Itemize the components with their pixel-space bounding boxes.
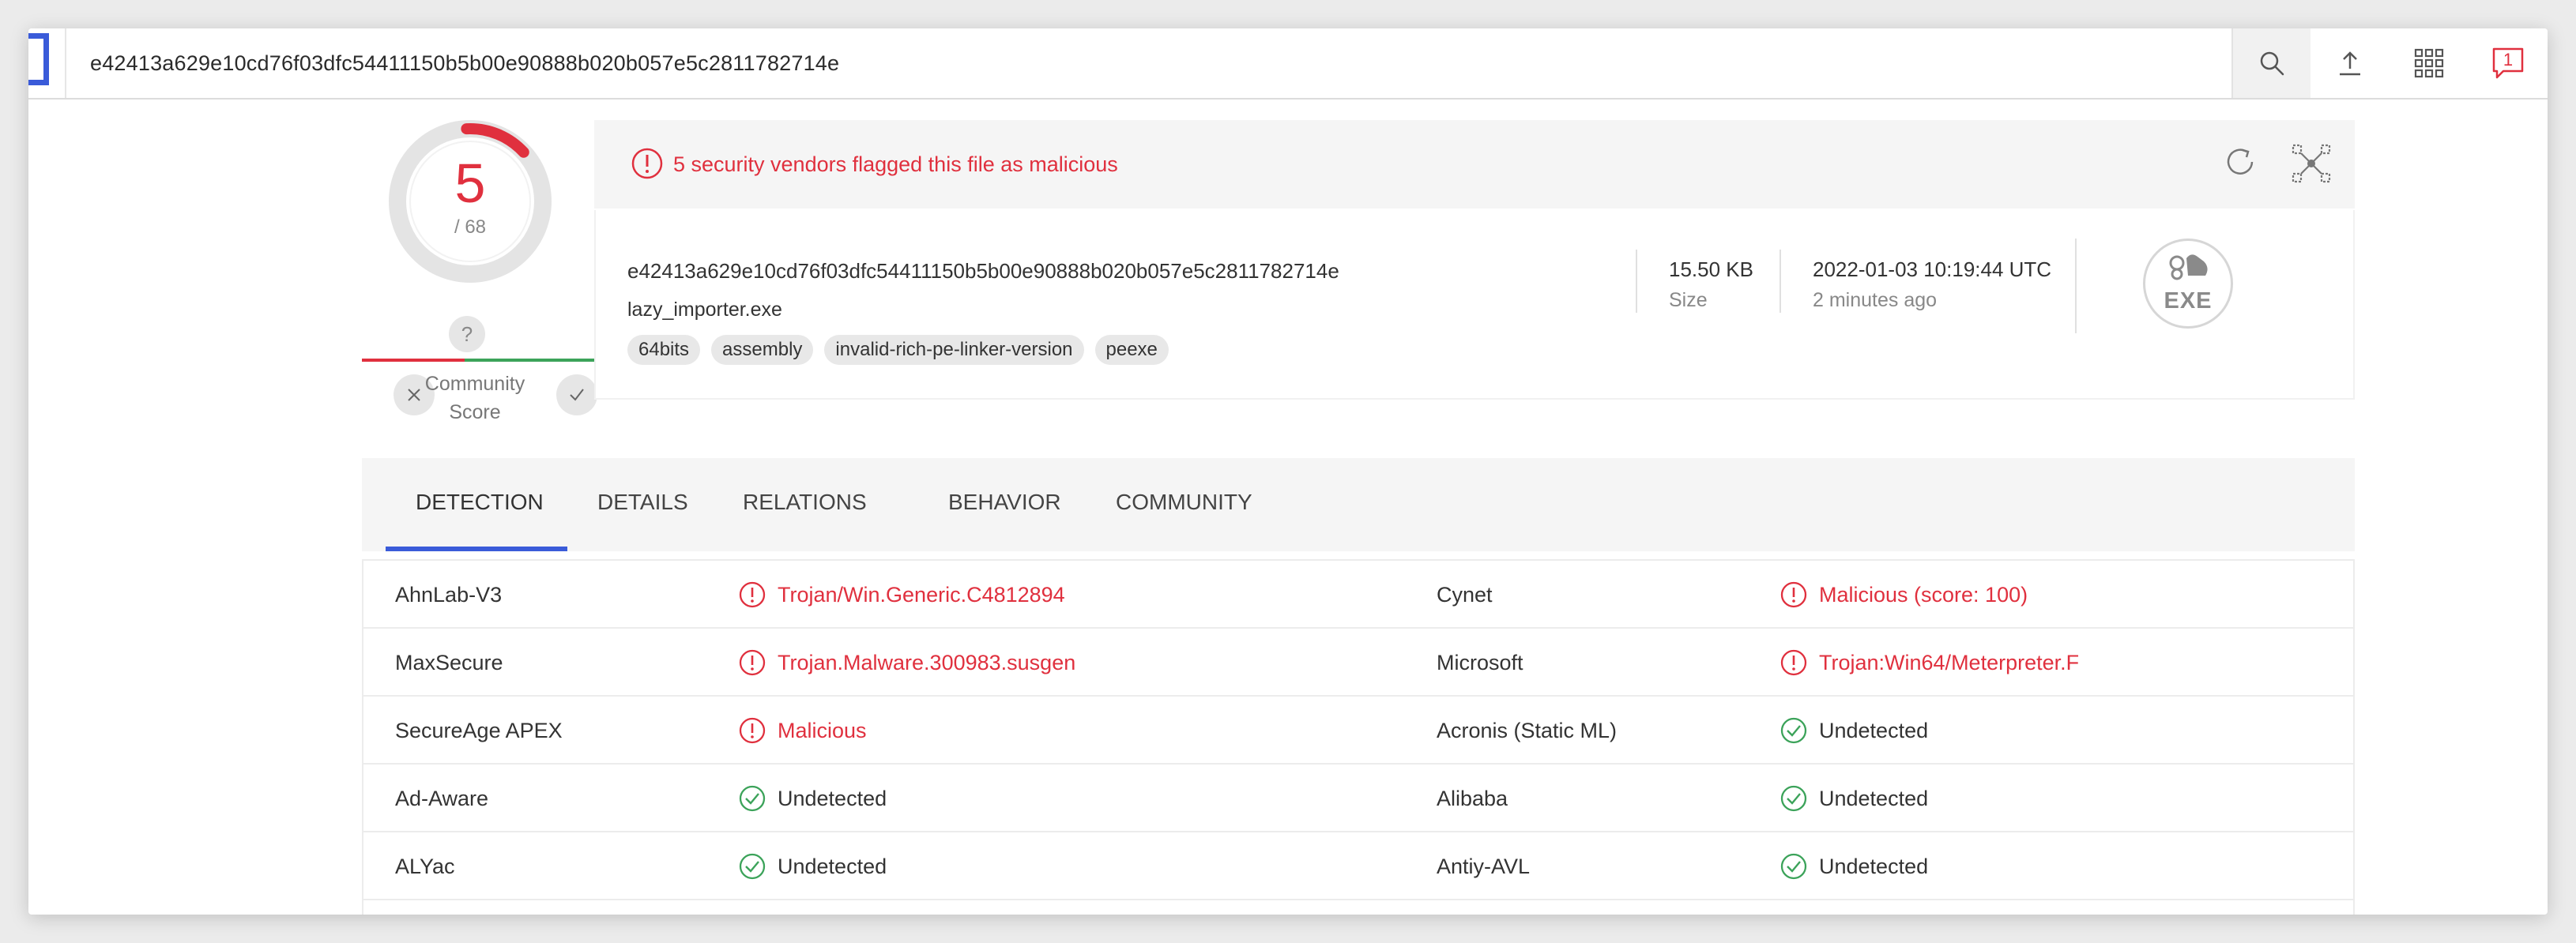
browser-window: e42413a629e10cd76f03dfc54411150b5b00e908… — [28, 28, 2548, 915]
tab-behavior[interactable]: BEHAVIOR — [948, 458, 1061, 551]
file-type-badge: EXE — [2143, 239, 2233, 329]
verdict-banner: 5 security vendors flagged this file as … — [594, 120, 2355, 209]
score-total: / 68 — [454, 216, 487, 238]
similar-graph-icon[interactable] — [2292, 144, 2331, 183]
file-type-label: EXE — [2164, 288, 2213, 314]
analysis-date-relative: 2 minutes ago — [1813, 289, 1938, 311]
file-tag[interactable]: assembly — [711, 335, 814, 365]
check-circle-icon — [1780, 853, 1807, 880]
community-score-label: Community Score — [416, 370, 534, 426]
detection-score: 5 / 68 — [387, 118, 553, 284]
grid-icon — [2414, 48, 2444, 78]
community-bar-positive — [465, 359, 601, 362]
table-row: MaxSecure Trojan.Malware.300983.susgen Mic… — [363, 629, 2353, 697]
community-unknown-icon: ? — [449, 316, 485, 352]
alert-icon — [739, 717, 766, 744]
file-name: lazy_importer.exe — [627, 299, 782, 321]
file-summary: e42413a629e10cd76f03dfc54411150b5b00e908… — [594, 210, 2355, 400]
active-tab-indicator — [386, 547, 567, 551]
community-label-line2: Score — [449, 401, 501, 423]
vendor-name: Microsoft — [1437, 651, 1523, 674]
detections-table: AhnLab-V3 Trojan/Win.Generic.C4812894 Cyne… — [362, 559, 2355, 915]
detection-result: Malicious — [778, 719, 867, 742]
detection-result: Malicious (score: 100) — [1819, 583, 2028, 607]
search-icon — [2260, 51, 2284, 76]
file-tag[interactable]: invalid-rich-pe-linker-version — [824, 335, 1084, 365]
table-row: Ad-Aware Undetected Alibaba Undetected — [363, 765, 2353, 832]
tab-details[interactable]: DETAILS — [597, 458, 688, 551]
check-circle-icon — [739, 853, 766, 880]
detection-result: Undetected — [1819, 787, 1929, 810]
gears-icon — [2169, 254, 2208, 280]
table-row: AhnLab-V3 Trojan/Win.Generic.C4812894 Cyne… — [363, 561, 2353, 629]
alert-icon — [739, 649, 766, 676]
vendor-name: Cynet — [1437, 583, 1493, 607]
vendor-name: SecureAge APEX — [395, 719, 563, 742]
detection-result: Trojan/Win.Generic.C4812894 — [778, 583, 1065, 607]
banner-actions — [2222, 144, 2331, 183]
meta-divider — [2075, 239, 2077, 333]
alert-icon — [1780, 649, 1807, 676]
detection-result: Trojan:Win64/Meterpreter.F — [1819, 651, 2080, 674]
detection-result: Undetected — [1819, 719, 1929, 742]
vendor-name: Alibaba — [1437, 787, 1508, 810]
alert-icon — [631, 148, 663, 179]
alert-icon — [1780, 581, 1807, 608]
file-size: 15.50 KB — [1669, 257, 1753, 281]
score-detections: 5 — [454, 152, 486, 214]
tab-community[interactable]: COMMUNITY — [1116, 458, 1252, 551]
file-hash[interactable]: e42413a629e10cd76f03dfc54411150b5b00e908… — [627, 259, 1339, 284]
community-upvote-button[interactable] — [556, 374, 597, 415]
detection-result: Undetected — [1819, 855, 1929, 878]
analysis-date: 2022-01-03 10:19:44 UTC — [1813, 257, 2052, 281]
detection-result: Undetected — [778, 787, 887, 810]
tab-relations[interactable]: RELATIONS — [743, 458, 867, 551]
vendor-name: AhnLab-V3 — [395, 583, 503, 607]
community-bar-negative — [362, 359, 465, 362]
verdict-text: 5 security vendors flagged this file as … — [673, 152, 1118, 176]
reanalyze-icon[interactable] — [2222, 144, 2258, 180]
apps-button[interactable] — [2390, 28, 2469, 98]
search-input[interactable]: e42413a629e10cd76f03dfc54411150b5b00e908… — [90, 28, 839, 98]
table-row: ALYac Undetected Antiy-AVL Undetected — [363, 832, 2353, 900]
upload-button[interactable] — [2310, 28, 2390, 98]
detection-result: Undetected — [778, 855, 887, 878]
tab-detection[interactable]: DETECTION — [416, 458, 544, 551]
check-circle-icon — [739, 785, 766, 812]
virustotal-logo[interactable] — [28, 33, 49, 85]
file-size-label: Size — [1669, 289, 1708, 311]
report-tabs: DETECTION DETAILS RELATIONS BEHAVIOR COM… — [362, 458, 2355, 551]
logo-divider — [65, 28, 66, 98]
file-tag[interactable]: peexe — [1094, 335, 1169, 365]
community-label-line1: Community — [424, 373, 525, 395]
check-circle-icon — [1780, 785, 1807, 812]
notifications-button[interactable]: 1 — [2469, 28, 2548, 98]
search-button[interactable] — [2231, 28, 2310, 98]
detection-result: Trojan.Malware.300983.susgen — [778, 651, 1076, 674]
vendor-name: MaxSecure — [395, 651, 503, 674]
vendor-name: ALYac — [395, 855, 455, 878]
table-row: SecureAge APEX Malicious Acronis (Static M… — [363, 697, 2353, 765]
file-tag[interactable]: 64bits — [627, 335, 701, 365]
meta-divider — [1779, 250, 1781, 313]
vendor-name: Ad-Aware — [395, 787, 489, 810]
upload-icon — [2340, 51, 2360, 76]
check-icon — [570, 389, 584, 401]
check-circle-icon — [1780, 717, 1807, 744]
file-tags: 64bits assembly invalid-rich-pe-linker-v… — [627, 335, 1169, 365]
top-bar: e42413a629e10cd76f03dfc54411150b5b00e908… — [28, 28, 2548, 100]
alert-icon — [739, 581, 766, 608]
vendor-name: Antiy-AVL — [1437, 855, 1531, 878]
top-actions: 1 — [2231, 28, 2548, 98]
notification-count: 1 — [2503, 50, 2514, 70]
vendor-name: Acronis (Static ML) — [1437, 719, 1618, 742]
meta-divider — [1636, 250, 1637, 313]
